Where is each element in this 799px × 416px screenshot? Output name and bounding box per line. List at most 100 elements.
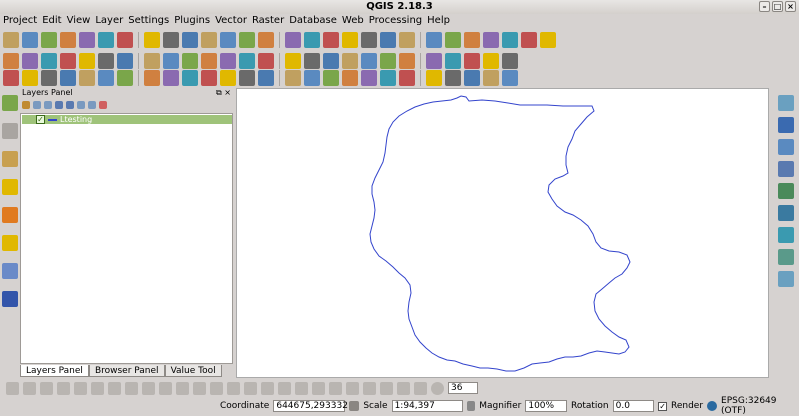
- qgis-leaf-icon-2[interactable]: [2, 235, 18, 251]
- menu-edit[interactable]: Edit: [42, 14, 61, 28]
- digitize-icon-6[interactable]: [91, 381, 104, 395]
- digitize-icon-25[interactable]: [414, 381, 427, 395]
- menu-raster[interactable]: Raster: [252, 14, 284, 28]
- filter-icon[interactable]: [55, 100, 63, 109]
- add-postgis-icon[interactable]: [777, 161, 794, 177]
- add-group-icon[interactable]: [33, 100, 41, 109]
- pan-icon[interactable]: [117, 31, 133, 48]
- save-project-icon[interactable]: [60, 31, 76, 48]
- rotation-field[interactable]: 0.0: [612, 400, 655, 412]
- zoom-layer-icon[interactable]: [239, 31, 255, 48]
- digitize-icon-14[interactable]: [227, 381, 240, 395]
- filter-expr-icon[interactable]: [66, 100, 74, 109]
- brush-icon[interactable]: [2, 263, 18, 279]
- visibility-icon[interactable]: [44, 100, 52, 109]
- zoom-full-icon[interactable]: [220, 31, 236, 48]
- annotation-icon[interactable]: [502, 31, 518, 48]
- tab-browser-panel[interactable]: Browser Panel: [88, 365, 165, 377]
- expand-icon[interactable]: [77, 100, 85, 109]
- identify-icon[interactable]: [361, 31, 377, 48]
- tab-value-tool[interactable]: Value Tool: [164, 365, 222, 377]
- field-calculator-icon[interactable]: [445, 31, 461, 48]
- layer-props-icon[interactable]: [2, 123, 18, 139]
- audio-icon[interactable]: [2, 207, 18, 223]
- coordinate-toggle-icon[interactable]: [349, 401, 360, 411]
- maximize-button[interactable]: □: [772, 1, 783, 12]
- wave-icon[interactable]: [258, 69, 274, 86]
- zoom-circle-icon[interactable]: [431, 381, 444, 395]
- menu-vector[interactable]: Vector: [215, 14, 247, 28]
- slider-icon[interactable]: [464, 69, 480, 86]
- leaf-3-icon[interactable]: [426, 69, 442, 86]
- digitize-icon-4[interactable]: [57, 381, 70, 395]
- zoom-out-icon[interactable]: [182, 31, 198, 48]
- digitize-icon-17[interactable]: [278, 381, 291, 395]
- lynx-icon[interactable]: [483, 69, 499, 86]
- digitize-icon-1[interactable]: [6, 381, 19, 395]
- digitize-icon-11[interactable]: [176, 381, 189, 395]
- add-wfs-icon[interactable]: [201, 69, 217, 86]
- georef-icon[interactable]: [285, 69, 301, 86]
- pan-to-selection-icon[interactable]: [144, 31, 160, 48]
- digitize-icon-23[interactable]: [380, 381, 393, 395]
- digitize-icon-3[interactable]: [40, 381, 53, 395]
- add-vector-icon[interactable]: [22, 69, 38, 86]
- zoom-last-icon[interactable]: [285, 31, 301, 48]
- add-wms-icon[interactable]: [60, 69, 76, 86]
- statistics-icon[interactable]: [464, 31, 480, 48]
- menu-help[interactable]: Help: [427, 14, 450, 28]
- table-icon[interactable]: [144, 69, 160, 86]
- crs-icon[interactable]: [707, 401, 718, 411]
- digitize-icon-18[interactable]: [295, 381, 308, 395]
- georef-icon[interactable]: [2, 151, 18, 167]
- leaf-2-icon[interactable]: [399, 69, 415, 86]
- zoom-in-icon[interactable]: [163, 31, 179, 48]
- layer-visibility-checkbox[interactable]: ✓: [36, 115, 45, 124]
- new-project-icon[interactable]: [22, 31, 38, 48]
- select-icon[interactable]: [380, 31, 396, 48]
- digitize-icon-10[interactable]: [159, 381, 172, 395]
- tab-layers-panel[interactable]: Layers Panel: [20, 365, 89, 377]
- style-icon[interactable]: [22, 100, 30, 109]
- zoom-next-icon[interactable]: [304, 31, 320, 48]
- menu-web[interactable]: Web: [342, 14, 364, 28]
- digitize-icon-16[interactable]: [261, 381, 274, 395]
- digitize-icon-20[interactable]: [329, 381, 342, 395]
- digitize-icon-24[interactable]: [397, 381, 410, 395]
- qgis-leaf-icon[interactable]: [2, 179, 18, 195]
- add-wcs-icon[interactable]: [777, 227, 794, 243]
- calendar-icon[interactable]: [163, 69, 179, 86]
- location-icon[interactable]: [323, 69, 339, 86]
- save-as-icon[interactable]: [79, 31, 95, 48]
- node-icon[interactable]: [2, 95, 18, 111]
- new-layer-icon[interactable]: [777, 271, 794, 287]
- menu-database[interactable]: Database: [289, 14, 337, 28]
- render-checkbox[interactable]: ✓: [658, 401, 667, 411]
- close-button[interactable]: ×: [785, 1, 796, 12]
- digitize-icon-7[interactable]: [108, 381, 121, 395]
- zoom-value-field[interactable]: 36: [448, 382, 478, 394]
- lock-icon[interactable]: [467, 401, 476, 411]
- digitize-icon-15[interactable]: [244, 381, 257, 395]
- collapse-icon[interactable]: [88, 100, 96, 109]
- print-composer-icon[interactable]: [98, 31, 114, 48]
- remove-layer-icon[interactable]: [99, 100, 107, 109]
- digitize-icon-5[interactable]: [74, 381, 87, 395]
- grid-plus-icon[interactable]: [361, 69, 377, 86]
- menu-settings[interactable]: Settings: [128, 14, 169, 28]
- lat-long-icon[interactable]: [182, 69, 198, 86]
- digitize-icon-2[interactable]: [23, 381, 36, 395]
- zoom-native-icon[interactable]: [201, 31, 217, 48]
- panel-close-icon[interactable]: ⧉ ×: [216, 88, 231, 98]
- digitize-icon-13[interactable]: [210, 381, 223, 395]
- add-vector-icon[interactable]: [777, 95, 794, 111]
- menu-plugins[interactable]: Plugins: [174, 14, 210, 28]
- menu-processing[interactable]: Processing: [369, 14, 422, 28]
- measure-icon[interactable]: [483, 31, 499, 48]
- coordinate-field[interactable]: 644675,293332: [273, 400, 348, 412]
- hand-icon[interactable]: [3, 31, 19, 48]
- digitize-icon-12[interactable]: [193, 381, 206, 395]
- add-spatialite-icon[interactable]: [777, 139, 794, 155]
- arrow-tool-icon[interactable]: [342, 69, 358, 86]
- qgis-gear-icon[interactable]: [79, 69, 95, 86]
